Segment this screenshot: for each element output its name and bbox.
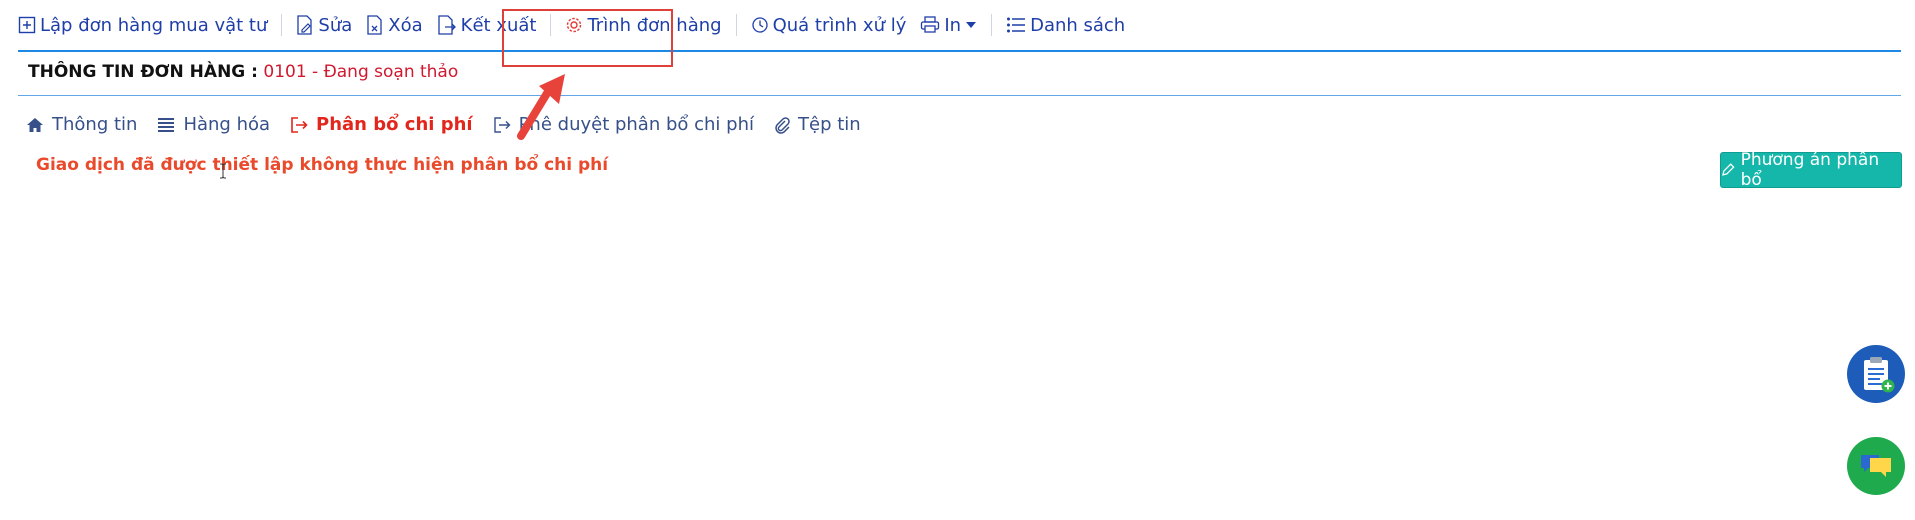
clipboard-add-icon	[1864, 357, 1895, 393]
allocation-message: Giao dịch đã được thiết lập không thực h…	[36, 155, 609, 175]
tab-attachments[interactable]: Tệp tin	[774, 114, 861, 135]
printer-icon	[921, 16, 940, 33]
tab-goods[interactable]: Hàng hóa	[157, 114, 270, 135]
clipboard-fab-button[interactable]	[1847, 345, 1905, 403]
toolbar-bottom-border	[18, 50, 1901, 52]
tab-goods-label: Hàng hóa	[183, 114, 271, 135]
edit-label: Sửa	[318, 14, 353, 36]
delete-file-icon	[367, 15, 382, 35]
order-status-value: 0101 - Đang soạn thảo	[263, 62, 459, 82]
sign-out-icon	[493, 116, 511, 133]
allocation-plan-button[interactable]: Phương án phân bổ	[1720, 150, 1902, 190]
delete-label: Xóa	[388, 14, 423, 36]
tab-bar: Thông tin Hàng hóa Phân bổ chi phí Phê d…	[26, 114, 861, 135]
list-icon	[1007, 17, 1026, 33]
list-button[interactable]: Danh sách	[1006, 15, 1125, 36]
list-label: Danh sách	[1030, 14, 1126, 36]
allocation-plan-label: Phương án phân bổ	[1740, 150, 1880, 190]
plus-square-icon	[18, 16, 36, 34]
paperclip-icon	[775, 116, 790, 134]
caret-down-icon	[966, 22, 977, 28]
edit-button[interactable]: Sửa	[296, 15, 352, 36]
tab-info-label: Thông tin	[52, 114, 138, 135]
print-label: In	[944, 14, 962, 36]
print-dropdown[interactable]: In	[920, 15, 977, 36]
tab-info[interactable]: Thông tin	[26, 114, 137, 135]
highlight-box	[502, 9, 673, 67]
annotation-arrow-icon	[517, 74, 565, 140]
process-history-button[interactable]: Quá trình xử lý	[751, 14, 907, 36]
delete-button[interactable]: Xóa	[366, 14, 423, 36]
chat-fab-button[interactable]	[1847, 437, 1905, 495]
action-toolbar: Lập đơn hàng mua vật tư Sửa Xóa Kết xuất…	[18, 0, 1915, 50]
chat-icon	[1861, 455, 1891, 477]
create-order-label: Lập đơn hàng mua vật tư	[40, 14, 268, 36]
create-order-button[interactable]: Lập đơn hàng mua vật tư	[18, 15, 267, 36]
pencil-icon	[1722, 163, 1735, 176]
order-info-header: THÔNG TIN ĐƠN HÀNG : 0101 - Đang soạn th…	[28, 62, 458, 82]
sign-out-icon	[291, 116, 308, 133]
header-divider	[18, 95, 1901, 96]
tab-cost-allocation[interactable]: Phân bổ chi phí	[290, 114, 473, 135]
home-icon	[27, 117, 43, 132]
order-info-label: THÔNG TIN ĐƠN HÀNG :	[28, 62, 258, 82]
text-cursor-icon	[220, 163, 226, 179]
export-file-icon	[437, 15, 456, 35]
toolbar-divider	[281, 14, 283, 36]
list-icon	[158, 117, 175, 132]
edit-file-icon	[297, 15, 313, 35]
toolbar-divider	[735, 14, 737, 36]
toolbar-divider	[991, 14, 993, 36]
clock-icon	[751, 17, 768, 33]
tab-cost-allocation-label: Phân bổ chi phí	[316, 114, 473, 135]
process-history-label: Quá trình xử lý	[772, 14, 907, 36]
tab-attachments-label: Tệp tin	[798, 114, 861, 135]
